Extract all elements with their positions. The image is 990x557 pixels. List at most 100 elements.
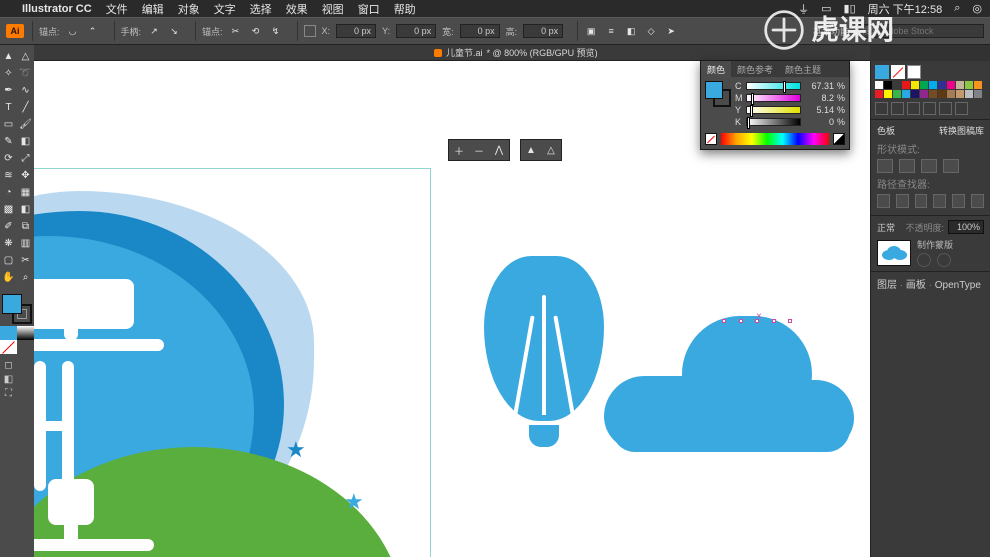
tab-color[interactable]: 颜色 bbox=[701, 61, 731, 77]
menu-object[interactable]: 对象 bbox=[178, 1, 200, 17]
c-value[interactable]: 67.31 bbox=[804, 81, 834, 91]
symbol-sprayer-tool[interactable]: ❋ bbox=[0, 235, 17, 252]
outline-icon[interactable] bbox=[952, 194, 965, 208]
x-field[interactable]: 0 px bbox=[336, 24, 376, 38]
isolate-icon[interactable]: ▣ bbox=[584, 24, 598, 38]
rotate-tool[interactable]: ⟳ bbox=[0, 150, 17, 167]
unite-icon[interactable] bbox=[877, 159, 893, 173]
m-value[interactable]: 8.2 bbox=[804, 93, 834, 103]
scale-tool[interactable]: ⤢ bbox=[17, 150, 34, 167]
screen-mode-icon[interactable]: ⛶ bbox=[0, 386, 17, 400]
menu-type[interactable]: 文字 bbox=[214, 1, 236, 17]
tab-color-guide[interactable]: 颜色参考 bbox=[731, 61, 779, 77]
status-clock[interactable]: 周六 下午12:58 bbox=[868, 1, 943, 17]
blend-mode-select[interactable]: 正常 bbox=[877, 221, 895, 234]
mesh-tool[interactable]: ▩ bbox=[0, 201, 17, 218]
convert-corner-icon[interactable]: ⌃ bbox=[86, 24, 100, 38]
color-mode-row[interactable] bbox=[0, 326, 34, 340]
remove-anchor-icon[interactable]: ✂ bbox=[229, 24, 243, 38]
curvature-tool[interactable]: ∿ bbox=[17, 82, 34, 99]
k-slider[interactable] bbox=[746, 118, 801, 126]
y-field[interactable]: 0 px bbox=[396, 24, 436, 38]
column-graph-tool[interactable]: ▥ bbox=[17, 235, 34, 252]
y-value[interactable]: 5.14 bbox=[804, 105, 834, 115]
artwork-cloud-selected[interactable] bbox=[604, 316, 854, 456]
eyedropper-tool[interactable]: ✐ bbox=[0, 218, 17, 235]
clip-toggle-icon[interactable] bbox=[917, 253, 931, 267]
shape-builder-tool[interactable]: ◔ bbox=[0, 184, 17, 201]
workspace-switcher[interactable]: 基本功能 bbox=[813, 25, 849, 38]
delete-anchor-icon[interactable]: － bbox=[469, 140, 489, 160]
libraries-search-label[interactable]: 转换图稿库 bbox=[939, 124, 984, 137]
swatch-delete-icon[interactable] bbox=[955, 102, 968, 115]
paintbrush-tool[interactable]: 🖌 bbox=[17, 116, 34, 133]
m-slider[interactable] bbox=[746, 94, 801, 102]
siri-icon[interactable]: ◎ bbox=[972, 2, 982, 15]
divide-icon[interactable] bbox=[877, 194, 890, 208]
swatch-new-icon[interactable] bbox=[939, 102, 952, 115]
slice-tool[interactable]: ✂ bbox=[17, 252, 34, 269]
document-tab[interactable]: 儿童节.ai * @ 800% (RGB/GPU 预览) bbox=[434, 46, 598, 59]
menu-file[interactable]: 文件 bbox=[106, 1, 128, 17]
swatch-registration-icon[interactable] bbox=[907, 65, 921, 79]
color-panel-fill-swatch[interactable] bbox=[705, 81, 723, 99]
merge-icon[interactable] bbox=[915, 194, 928, 208]
tab-layers[interactable]: 图层 bbox=[877, 280, 897, 291]
tab-color-themes[interactable]: 颜色主题 bbox=[779, 61, 827, 77]
opacity-field[interactable] bbox=[948, 220, 984, 234]
invert-toggle-icon[interactable] bbox=[937, 253, 951, 267]
cut-path-icon[interactable]: ↯ bbox=[269, 24, 283, 38]
floating-toolstrip-select[interactable]: ▲ △ bbox=[520, 139, 562, 161]
direct-selection-tool-icon[interactable]: △ bbox=[541, 140, 561, 160]
color-panel-fill-stroke[interactable] bbox=[705, 81, 731, 107]
menu-edit[interactable]: 编辑 bbox=[142, 1, 164, 17]
color-panel[interactable]: 颜色 颜色参考 颜色主题 C67.31% M8.2% Y5.14% K0% bbox=[700, 60, 850, 150]
k-value[interactable]: 0 bbox=[804, 117, 834, 127]
perspective-grid-tool[interactable]: ▦ bbox=[17, 184, 34, 201]
hide-handles-icon[interactable]: ↘ bbox=[167, 24, 181, 38]
arrow-icon[interactable]: ➤ bbox=[664, 24, 678, 38]
mask-thumbnail[interactable] bbox=[877, 240, 911, 266]
eraser-tool[interactable]: ◧ bbox=[17, 133, 34, 150]
zoom-tool[interactable]: ⌕ bbox=[17, 269, 34, 286]
menu-help[interactable]: 帮助 bbox=[394, 1, 416, 17]
minus-back-icon[interactable] bbox=[971, 194, 984, 208]
swatch-grid[interactable] bbox=[875, 81, 986, 98]
convert-smooth-icon[interactable]: ◡ bbox=[66, 24, 80, 38]
swatch-none-icon[interactable] bbox=[891, 65, 905, 79]
free-transform-tool[interactable]: ✥ bbox=[17, 167, 34, 184]
reference-point-icon[interactable] bbox=[304, 25, 316, 37]
tab-opentype[interactable]: OpenType bbox=[935, 280, 981, 291]
menu-view[interactable]: 视图 bbox=[322, 1, 344, 17]
trim-icon[interactable] bbox=[896, 194, 909, 208]
type-tool[interactable]: T bbox=[0, 99, 17, 116]
tab-artboards[interactable]: 画板 bbox=[906, 280, 926, 291]
rectangle-tool[interactable]: ▭ bbox=[0, 116, 17, 133]
color-mode-none[interactable] bbox=[0, 340, 17, 354]
selection-tool-icon[interactable]: ▲ bbox=[521, 140, 541, 160]
color-bw-icon[interactable] bbox=[833, 133, 845, 145]
connect-anchor-icon[interactable]: ⟲ bbox=[249, 24, 263, 38]
draw-normal-icon[interactable]: ◻ bbox=[0, 358, 17, 372]
blend-tool[interactable]: ⧉ bbox=[17, 218, 34, 235]
align-icon[interactable]: ≡ bbox=[604, 24, 618, 38]
pen-tool[interactable]: ✒ bbox=[0, 82, 17, 99]
current-fill-swatch[interactable] bbox=[875, 65, 889, 79]
w-field[interactable]: 0 px bbox=[460, 24, 500, 38]
color-mode-color[interactable] bbox=[0, 326, 17, 340]
shape-icon[interactable]: ◧ bbox=[624, 24, 638, 38]
transform-icon[interactable]: ◇ bbox=[644, 24, 658, 38]
status-display-icon[interactable]: ▭ bbox=[821, 2, 831, 15]
lasso-tool[interactable]: ➰ bbox=[17, 65, 34, 82]
shaper-tool[interactable]: ✎ bbox=[0, 133, 17, 150]
menu-effect[interactable]: 效果 bbox=[286, 1, 308, 17]
fill-stroke-control[interactable] bbox=[0, 292, 34, 326]
make-mask-button[interactable]: 制作蒙版 bbox=[917, 238, 953, 251]
crop-icon[interactable] bbox=[933, 194, 946, 208]
color-spectrum[interactable] bbox=[721, 133, 829, 145]
color-mode-gradient[interactable] bbox=[17, 326, 34, 340]
color-none-icon[interactable] bbox=[705, 133, 717, 145]
add-anchor-icon[interactable]: ＋ bbox=[449, 140, 469, 160]
gradient-tool[interactable]: ◧ bbox=[17, 201, 34, 218]
swatch-show-kind-icon[interactable] bbox=[891, 102, 904, 115]
